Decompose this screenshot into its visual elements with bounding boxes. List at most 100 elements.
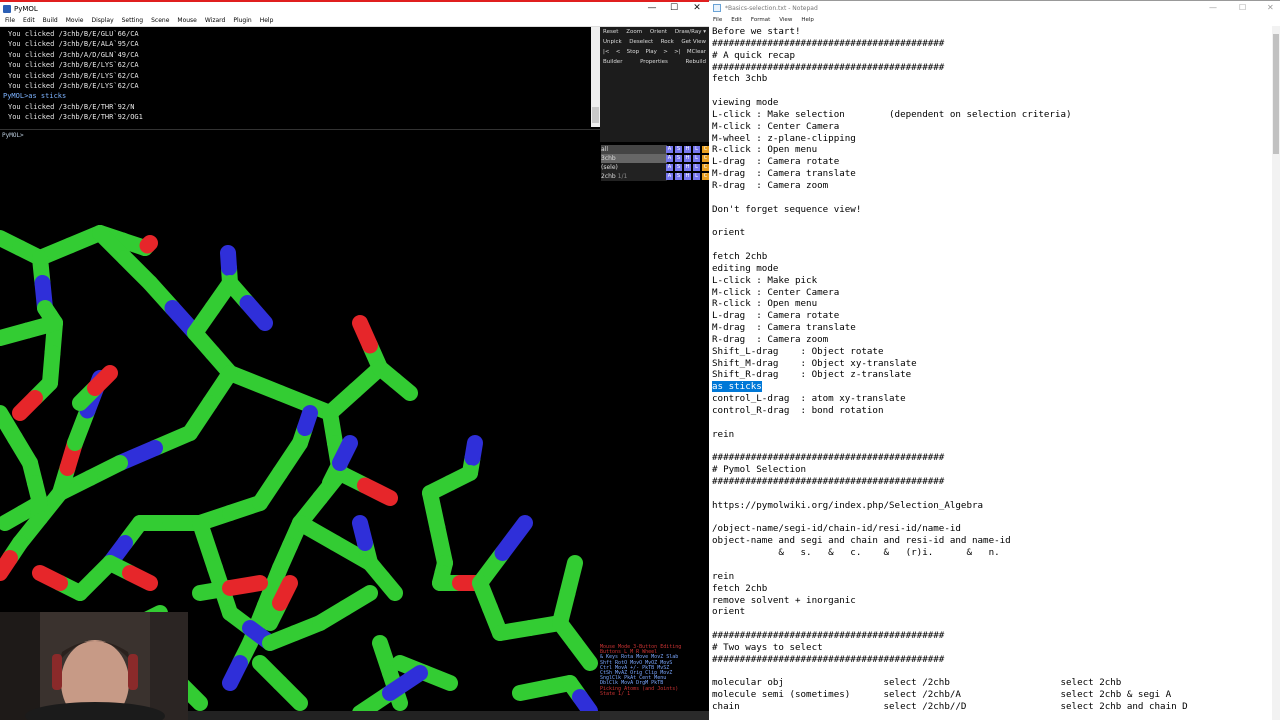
hide-button[interactable]: H bbox=[684, 164, 691, 171]
show-button[interactable]: S bbox=[675, 146, 682, 153]
menu-edit[interactable]: Edit bbox=[23, 17, 35, 24]
bond-stick bbox=[559, 555, 583, 601]
text-line bbox=[712, 239, 1272, 251]
np-menu-help[interactable]: Help bbox=[801, 17, 814, 23]
label-button[interactable]: L bbox=[693, 146, 700, 153]
bond-stick bbox=[352, 515, 373, 551]
command-input[interactable]: PyMOL> bbox=[0, 129, 600, 141]
hide-button[interactable]: H bbox=[684, 173, 691, 180]
reset-button[interactable]: Reset bbox=[603, 27, 618, 37]
text-line: ########################################… bbox=[712, 630, 945, 642]
text-line: fetch 2chb bbox=[712, 582, 768, 594]
np-menu-format[interactable]: Format bbox=[751, 17, 770, 23]
color-button[interactable]: C bbox=[702, 173, 709, 180]
stop-button[interactable]: Stop bbox=[627, 47, 640, 57]
text-line: & s. & c. & (r)i. & n. bbox=[712, 547, 1000, 559]
next-frame-button[interactable]: > bbox=[663, 47, 668, 57]
hide-button[interactable]: H bbox=[684, 146, 691, 153]
menu-file[interactable]: File bbox=[5, 17, 15, 24]
action-button[interactable]: A bbox=[666, 164, 673, 171]
console-line: You clicked /3chb/B/E/LYS`62/CA bbox=[8, 61, 139, 70]
first-frame-button[interactable]: |< bbox=[603, 47, 609, 57]
bond-stick bbox=[417, 665, 458, 691]
object-row-2chb[interactable]: 2chb 1/1 A S H L C bbox=[600, 172, 709, 181]
notepad-scroll-thumb[interactable] bbox=[1273, 34, 1279, 154]
last-frame-button[interactable]: >| bbox=[674, 47, 680, 57]
text-line: Shift_L-drag : Object rotate bbox=[712, 345, 884, 357]
menu-mouse[interactable]: Mouse bbox=[177, 17, 196, 24]
text-line: M-click : Center Camera bbox=[712, 286, 840, 298]
zoom-button[interactable]: Zoom bbox=[626, 27, 642, 37]
properties-button[interactable]: Properties bbox=[640, 57, 668, 67]
orient-button[interactable]: Orient bbox=[650, 27, 667, 37]
mclear-button[interactable]: MClear bbox=[687, 47, 706, 57]
get-view-button[interactable]: Get View bbox=[681, 37, 706, 47]
notepad-titlebar: *Basics-selection.txt - Notepad — ☐ ✕ bbox=[709, 0, 1280, 15]
notepad-menubar: File Edit Format View Help bbox=[709, 15, 1280, 25]
object-row-3chb[interactable]: 3chb A S H L C bbox=[600, 154, 709, 163]
pymol-window: PyMOL — ☐ ✕ File Edit Build Movie Displa… bbox=[0, 0, 709, 720]
console-scroll-thumb[interactable] bbox=[592, 107, 599, 123]
menu-build[interactable]: Build bbox=[43, 17, 58, 24]
object-row-all[interactable]: all A S H L C bbox=[600, 145, 709, 154]
deselect-button[interactable]: Deselect bbox=[629, 37, 653, 47]
bond-stick bbox=[220, 245, 237, 276]
console-scrollbar[interactable] bbox=[591, 27, 600, 127]
action-button[interactable]: A bbox=[666, 146, 673, 153]
color-button[interactable]: C bbox=[702, 164, 709, 171]
unpick-button[interactable]: Unpick bbox=[603, 37, 622, 47]
label-button[interactable]: L bbox=[693, 173, 700, 180]
draw-ray-button[interactable]: Draw/Ray ▾ bbox=[675, 27, 706, 37]
color-button[interactable]: C bbox=[702, 155, 709, 162]
show-button[interactable]: S bbox=[675, 173, 682, 180]
color-button[interactable]: C bbox=[702, 146, 709, 153]
menu-help[interactable]: Help bbox=[260, 17, 274, 24]
np-menu-edit[interactable]: Edit bbox=[731, 17, 742, 23]
rock-button[interactable]: Rock bbox=[661, 37, 674, 47]
show-button[interactable]: S bbox=[675, 164, 682, 171]
close-icon[interactable]: ✕ bbox=[685, 2, 709, 15]
menu-scene[interactable]: Scene bbox=[151, 17, 169, 24]
text-line bbox=[712, 488, 1272, 500]
maximize-icon[interactable]: ☐ bbox=[1239, 3, 1246, 12]
text-line: control_R-drag : bond rotation bbox=[712, 405, 884, 416]
action-button[interactable]: A bbox=[666, 173, 673, 180]
text-line: Before we start! bbox=[712, 26, 801, 37]
bond-stick bbox=[297, 405, 318, 436]
text-line: molecular obj select /2chb select 2chb bbox=[712, 677, 1122, 689]
label-button[interactable]: L bbox=[693, 164, 700, 171]
action-button[interactable]: A bbox=[666, 155, 673, 162]
play-button[interactable]: Play bbox=[645, 47, 656, 57]
menu-display[interactable]: Display bbox=[92, 17, 114, 24]
ext-row-view: Reset Zoom Orient Draw/Ray ▾ bbox=[600, 27, 709, 37]
close-icon[interactable]: ✕ bbox=[1267, 3, 1274, 12]
minimize-icon[interactable]: — bbox=[640, 2, 664, 15]
notepad-text-area[interactable]: Before we start! ########################… bbox=[712, 26, 1272, 713]
external-gui-panel: Reset Zoom Orient Draw/Ray ▾ Unpick Dese… bbox=[600, 27, 709, 142]
builder-button[interactable]: Builder bbox=[603, 57, 622, 67]
menu-plugin[interactable]: Plugin bbox=[233, 17, 251, 24]
bond-stick bbox=[32, 565, 68, 591]
menu-movie[interactable]: Movie bbox=[66, 17, 84, 24]
object-row-sele[interactable]: (sele) A S H L C bbox=[600, 163, 709, 172]
minimize-icon[interactable]: — bbox=[1209, 3, 1217, 12]
menu-wizard[interactable]: Wizard bbox=[205, 17, 225, 24]
movie-playback-bar[interactable] bbox=[600, 711, 709, 720]
show-button[interactable]: S bbox=[675, 155, 682, 162]
rebuild-button[interactable]: Rebuild bbox=[686, 57, 706, 67]
console-line: You clicked /3chb/B/E/LYS`62/CA bbox=[8, 71, 139, 80]
label-button[interactable]: L bbox=[693, 155, 700, 162]
np-menu-file[interactable]: File bbox=[713, 17, 722, 23]
maximize-icon[interactable]: ☐ bbox=[662, 2, 686, 15]
console-line: You clicked /3chb/B/E/THR`92/OG1 bbox=[8, 113, 143, 122]
menu-setting[interactable]: Setting bbox=[122, 17, 143, 24]
notepad-scrollbar[interactable] bbox=[1272, 26, 1280, 720]
text-line: orient bbox=[712, 606, 746, 618]
hide-button[interactable]: H bbox=[684, 155, 691, 162]
prev-frame-button[interactable]: < bbox=[616, 47, 621, 57]
console-line: You clicked /3chb/B/E/LYS`62/CA bbox=[8, 82, 139, 91]
text-line: control_L-drag : atom xy-translate bbox=[712, 393, 906, 405]
object-panel: all A S H L C 3chb A S H L C (sele) A S … bbox=[600, 145, 709, 645]
np-menu-view[interactable]: View bbox=[779, 17, 792, 23]
text-line: M-click : Center Camera bbox=[712, 120, 840, 132]
